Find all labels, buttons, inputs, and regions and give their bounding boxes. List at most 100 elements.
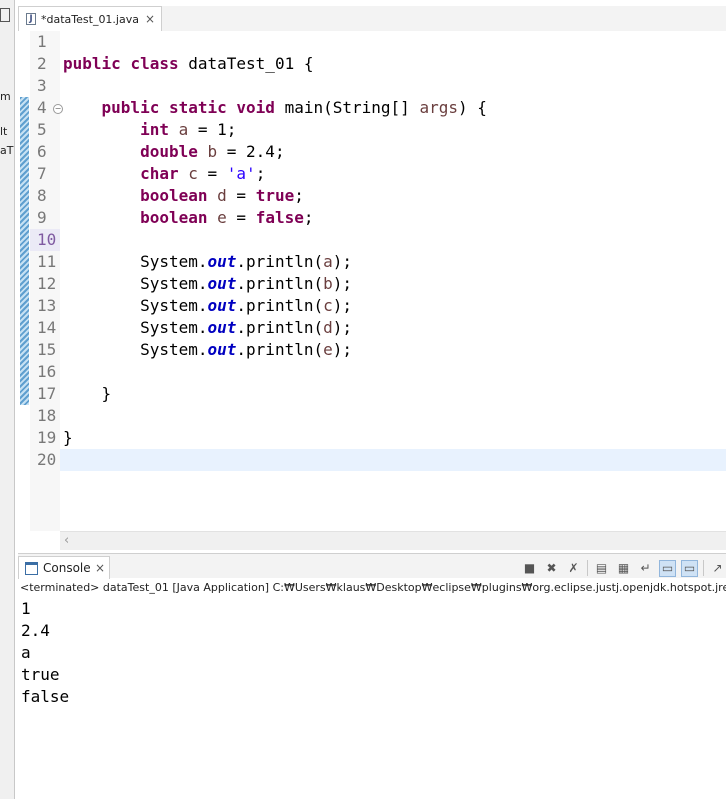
code-line: System.out.println(a);: [63, 251, 352, 273]
close-icon[interactable]: ×: [145, 12, 155, 26]
code-line: System.out.println(c);: [63, 295, 352, 317]
word-wrap-icon[interactable]: ↵: [637, 560, 654, 577]
code-line: char c = 'a';: [63, 163, 265, 185]
code-token: a: [178, 120, 189, 139]
code-token: =: [197, 164, 227, 183]
code-token: out: [207, 340, 237, 359]
code-token: boolean: [140, 186, 208, 205]
line-number: 10: [30, 229, 60, 251]
code-editor[interactable]: 1 2 3 4−5 6 7 8 9 10 11 12 13 14 15 16 17 18 19 20 public …: [18, 31, 726, 551]
code-token: false: [255, 208, 304, 227]
console-icon: [25, 561, 38, 575]
console-status: <terminated> dataTest_01 [Java Applicati…: [20, 581, 726, 594]
code-line: int a = 1;: [63, 119, 236, 141]
editor-tab-title: *dataTest_01.java: [41, 12, 139, 26]
code-token: = 2.4;: [217, 142, 285, 161]
quick-diff-ruler: [18, 31, 30, 531]
clear-console-icon[interactable]: ▤: [593, 560, 610, 577]
code-token: out: [207, 318, 237, 337]
current-line-highlight: [60, 449, 726, 471]
code-token: d: [217, 186, 227, 205]
horizontal-scrollbar[interactable]: ‹: [60, 531, 726, 550]
tab-console[interactable]: Console ×: [18, 556, 110, 579]
line-number: 17: [37, 384, 57, 403]
code-token: =: [226, 208, 256, 227]
code-token: static: [168, 98, 227, 117]
code-token: args: [419, 98, 458, 117]
line-number: 12: [37, 274, 57, 293]
code-token: out: [207, 252, 237, 271]
code-token: char: [140, 164, 179, 183]
code-token: );: [332, 340, 353, 359]
code-token: .println(: [236, 274, 324, 293]
remove-all-terminated-icon[interactable]: ✗: [565, 560, 582, 577]
terminate-icon[interactable]: ■: [521, 560, 538, 577]
line-number: 2: [37, 54, 47, 73]
line-number: 9: [37, 208, 47, 227]
line-number: 8: [37, 186, 47, 205]
code-token: int: [140, 120, 169, 139]
code-line: boolean e = false;: [63, 207, 313, 229]
code-token: System.: [63, 274, 208, 293]
code-token: out: [207, 296, 237, 315]
show-on-stderr-icon[interactable]: ▭: [681, 559, 698, 577]
line-number: 1: [37, 32, 47, 51]
code-token: ) {: [457, 98, 487, 117]
console-tab-bar: Console × ■ ✖ ✗ ▤ ▦ ↵ ▭ ▭ ↗: [18, 554, 726, 579]
code-token: public: [101, 98, 160, 117]
code-token: }: [63, 428, 73, 447]
close-icon[interactable]: ×: [95, 561, 105, 575]
pin-console-icon[interactable]: ↗: [709, 560, 726, 577]
code-token: }: [63, 384, 112, 403]
code-token: c: [323, 296, 333, 315]
code-token: boolean: [140, 208, 208, 227]
code-token: b: [207, 142, 218, 161]
code-token: System.: [63, 318, 208, 337]
scroll-left-icon[interactable]: ‹: [64, 533, 69, 548]
left-view-strip: m lt aT: [0, 0, 15, 799]
view-icon: [0, 8, 10, 22]
line-number: 14: [37, 318, 57, 337]
code-token: =: [226, 186, 256, 205]
code-token: System.: [63, 296, 208, 315]
code-token: 'a': [226, 164, 256, 183]
code-token: b: [323, 274, 333, 293]
code-token: .println(: [236, 318, 324, 337]
line-number: 5: [37, 120, 47, 139]
code-token: double: [140, 142, 198, 161]
remove-launch-icon[interactable]: ✖: [543, 560, 560, 577]
line-number-gutter: 1 2 3 4−5 6 7 8 9 10 11 12 13 14 15 16 17 18 19 20: [30, 31, 63, 531]
code-line: }: [63, 427, 73, 449]
code-token: true: [255, 186, 295, 205]
code-token: = 1;: [188, 120, 237, 139]
line-number: 19: [37, 428, 57, 447]
console-tab-label: Console: [43, 561, 91, 575]
code-token: ;: [294, 186, 304, 205]
line-number: 16: [37, 362, 57, 381]
editor-tab-datatest[interactable]: J *dataTest_01.java ×: [18, 6, 162, 31]
code-token: public: [63, 54, 121, 73]
line-number: 3: [37, 76, 47, 95]
code-token: );: [332, 252, 353, 271]
code-token: );: [332, 318, 353, 337]
scroll-lock-icon[interactable]: ▦: [615, 560, 632, 577]
code-token: c: [188, 164, 198, 183]
console-output-line: false: [21, 687, 70, 706]
code-token: e: [217, 208, 227, 227]
console-view: Console × ■ ✖ ✗ ▤ ▦ ↵ ▭ ▭ ↗ <terminated>…: [18, 553, 726, 800]
show-on-stdout-icon[interactable]: ▭: [659, 559, 676, 577]
console-output-line: 1: [21, 599, 31, 618]
line-number: 7: [37, 164, 47, 183]
code-text-area[interactable]: public class dataTest_01 { public static…: [60, 31, 726, 531]
change-marker: [20, 97, 29, 405]
